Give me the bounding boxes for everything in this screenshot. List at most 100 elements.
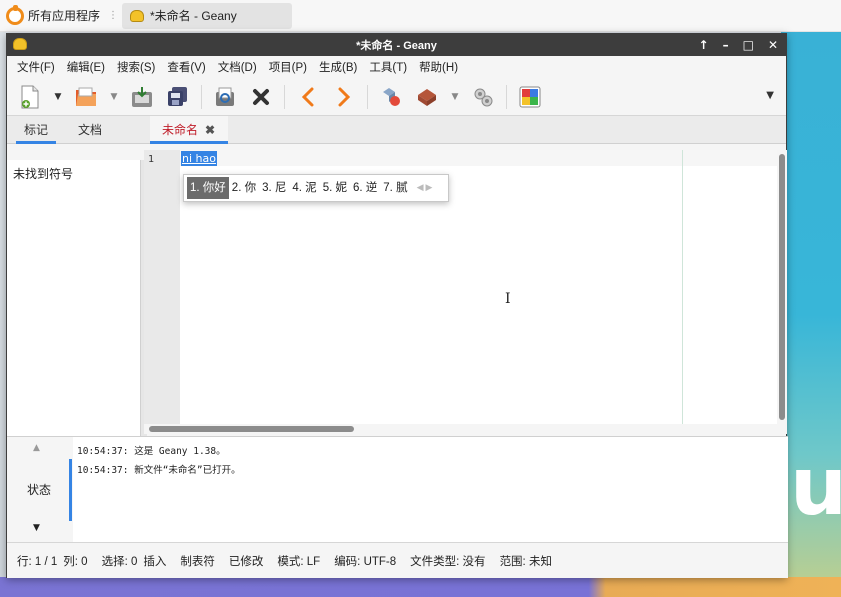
message-window: ▲ 状态 ▼ 10:54:37: 这是 Geany 1.38。 10:54:37… <box>7 436 788 543</box>
ime-candidate-selected[interactable]: 1. 你好 <box>187 177 229 199</box>
build-button[interactable] <box>414 84 440 110</box>
open-file-button[interactable] <box>73 84 99 110</box>
menu-help[interactable]: 帮助(H) <box>413 59 464 75</box>
log-line: 10:54:37: 新文件“未命名”已打开。 <box>77 465 241 476</box>
line-number-gutter: 1 <box>144 150 180 424</box>
close-tab-icon[interactable]: ✖ <box>205 116 215 144</box>
new-file-dropdown[interactable]: ▼ <box>53 84 63 110</box>
ime-candidate[interactable]: 7. 腻 <box>380 177 410 199</box>
new-file-icon <box>21 85 39 108</box>
menu-document[interactable]: 文档(D) <box>212 59 263 75</box>
ime-page-nav-icon[interactable]: ◀▶ <box>417 183 435 193</box>
status-log[interactable]: 10:54:37: 这是 Geany 1.38。 10:54:37: 新文件“未… <box>73 437 788 543</box>
close-document-button[interactable] <box>248 84 274 110</box>
compile-button[interactable] <box>378 84 404 110</box>
toolbar-separator <box>284 84 285 109</box>
window-controls: ↑ – □ ✕ <box>699 34 778 56</box>
new-file-button[interactable] <box>17 84 43 110</box>
ime-candidate-popup: 1. 你好 2. 你 3. 尼 4. 泥 5. 妮 6. 逆 7. 腻 ◀▶ <box>183 174 449 202</box>
menu-search[interactable]: 搜索(S) <box>111 59 161 75</box>
scroll-tabs-up-icon[interactable]: ▲ <box>33 443 40 453</box>
taskbar-window-button[interactable]: *未命名 - Geany <box>122 2 293 29</box>
ime-candidate[interactable]: 3. 尼 <box>259 177 289 199</box>
app-launcher-label: 所有应用程序 <box>28 9 101 23</box>
app-launcher-button[interactable]: 所有应用程序 <box>0 4 106 28</box>
long-line-marker <box>682 150 683 424</box>
compile-icon <box>383 87 400 106</box>
ime-candidate[interactable]: 2. 你 <box>229 177 259 199</box>
maximize-button[interactable]: □ <box>743 38 754 52</box>
close-icon <box>253 88 269 105</box>
color-chooser-icon <box>519 86 541 107</box>
geany-icon <box>13 38 27 50</box>
minimize-button[interactable]: – <box>723 38 729 52</box>
scroll-tabs-down-icon[interactable]: ▼ <box>33 523 40 533</box>
menu-edit[interactable]: 编辑(E) <box>61 59 111 75</box>
menu-build[interactable]: 生成(B) <box>313 59 363 75</box>
build-icon <box>418 88 436 106</box>
horizontal-scroll-thumb[interactable] <box>149 426 354 432</box>
color-chooser-button[interactable] <box>517 84 543 110</box>
mouse-ibeam-cursor: I <box>505 291 511 307</box>
current-line-highlight <box>180 150 777 166</box>
statusbar: 行: 1 / 1 列: 0 选择: 0 插入 制表符 已修改 模式: LF 编码… <box>7 542 788 578</box>
navigate-back-button[interactable] <box>295 84 321 110</box>
status-line: 行: 1 / 1 <box>17 555 58 568</box>
app-launcher-icon <box>6 4 24 25</box>
revert-button[interactable] <box>212 84 238 110</box>
menu-view[interactable]: 查看(V) <box>161 59 211 75</box>
save-all-icon <box>168 86 187 106</box>
build-dropdown[interactable]: ▼ <box>450 84 460 110</box>
status-indent-mode: 制表符 <box>180 555 215 568</box>
message-tabs: ▲ 状态 ▼ <box>7 437 73 543</box>
preedit-text: ni hao <box>181 151 217 166</box>
tab-documents[interactable]: 文档 <box>70 116 110 144</box>
open-file-dropdown[interactable]: ▼ <box>109 84 119 110</box>
toolbar-overflow-arrow[interactable]: ▼ <box>766 90 774 101</box>
wallpaper-bottom-band <box>0 577 841 597</box>
line-number: 1 <box>148 154 155 165</box>
toolbar-separator <box>201 84 202 109</box>
execute-icon <box>474 88 493 106</box>
symbols-sidebar: 未找到符号 <box>7 160 141 440</box>
active-tab-indicator <box>69 459 72 521</box>
save-all-button[interactable] <box>165 84 191 110</box>
menu-file[interactable]: 文件(F) <box>11 59 61 75</box>
back-icon <box>301 87 314 106</box>
toolbar-separator <box>367 84 368 109</box>
geany-window: *未命名 - Geany ↑ – □ ✕ 文件(F) 编辑(E) 搜索(S) 查… <box>6 33 788 578</box>
menubar: 文件(F) 编辑(E) 搜索(S) 查看(V) 文档(D) 项目(P) 生成(B… <box>7 56 786 78</box>
editor-vertical-scrollbar[interactable] <box>777 150 787 424</box>
geany-icon <box>130 9 145 22</box>
ime-candidate[interactable]: 4. 泥 <box>289 177 319 199</box>
status-modified: 已修改 <box>228 555 264 568</box>
toolbar: ▼ ▼ ▼ ▼ <box>7 78 786 116</box>
vertical-scroll-thumb[interactable] <box>779 154 785 420</box>
log-line: 10:54:37: 这是 Geany 1.38。 <box>77 446 226 457</box>
editor-horizontal-scrollbar[interactable] <box>144 424 787 434</box>
execute-button[interactable] <box>470 84 496 110</box>
status-insert-mode: 插入 <box>143 555 167 568</box>
forward-icon <box>338 87 351 106</box>
save-button[interactable] <box>129 84 155 110</box>
tab-untitled-document[interactable]: 未命名 ✖ <box>150 116 228 144</box>
tab-status[interactable]: 状态 <box>27 481 51 498</box>
ime-candidate[interactable]: 5. 妮 <box>320 177 350 199</box>
tab-symbols[interactable]: 标记 <box>16 116 56 144</box>
revert-icon <box>216 87 234 106</box>
taskbar: 所有应用程序 ⋮ *未命名 - Geany <box>0 0 841 32</box>
wallpaper-glyph: ur <box>790 440 841 533</box>
status-encoding: 编码: UTF-8 <box>334 555 397 568</box>
notebook-tabs-row: 标记 文档 未命名 ✖ <box>7 116 786 144</box>
status-selection: 选择: 0 <box>101 555 138 568</box>
menu-tools[interactable]: 工具(T) <box>363 59 413 75</box>
close-window-button[interactable]: ✕ <box>768 38 778 52</box>
window-titlebar[interactable]: *未命名 - Geany ↑ – □ ✕ <box>7 34 786 56</box>
open-file-icon <box>76 87 96 106</box>
ime-candidate[interactable]: 6. 逆 <box>350 177 380 199</box>
keep-above-button[interactable]: ↑ <box>699 38 709 52</box>
toolbar-separator <box>506 84 507 109</box>
navigate-forward-button[interactable] <box>331 84 357 110</box>
status-column: 列: 0 <box>63 555 88 568</box>
menu-project[interactable]: 项目(P) <box>263 59 313 75</box>
